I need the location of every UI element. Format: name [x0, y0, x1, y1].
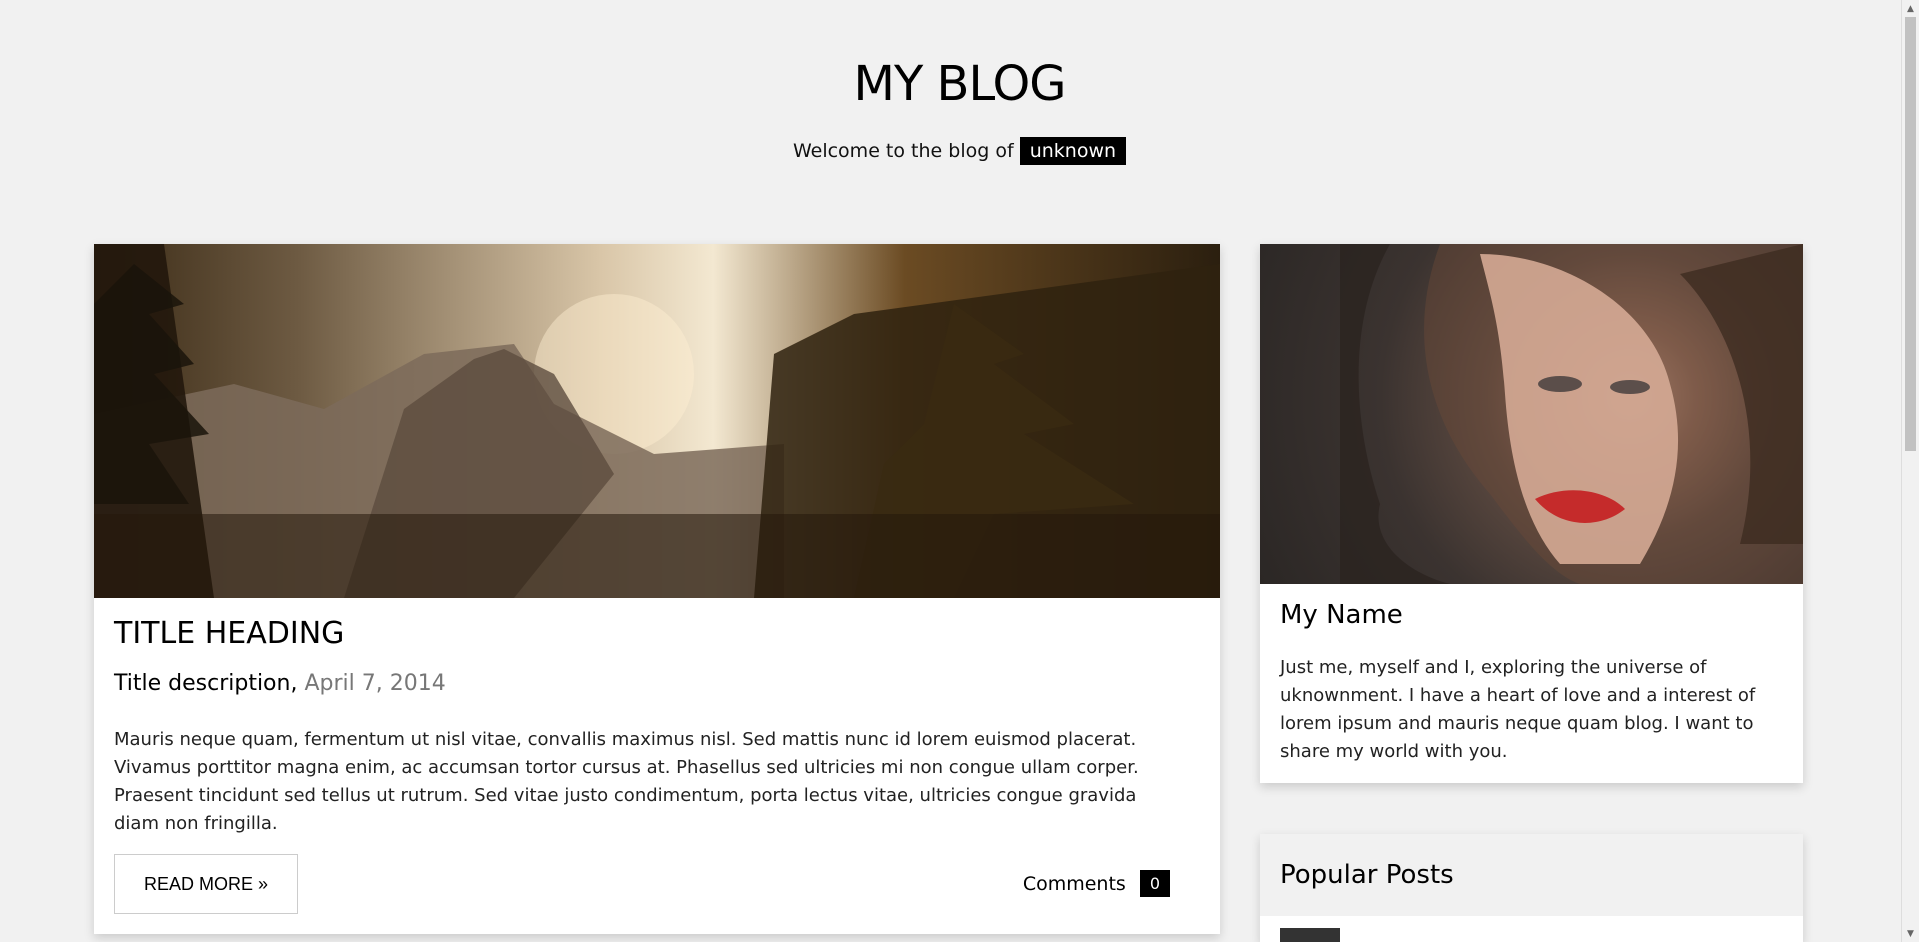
comments-label: Comments — [1022, 872, 1126, 895]
comments-link[interactable]: Comments 0 — [1023, 870, 1170, 897]
comments-count-badge: 0 — [1139, 870, 1170, 897]
post-hero-image — [94, 244, 1220, 598]
blog-post-card: TITLE HEADING Title description, April 7… — [94, 244, 1220, 934]
scroll-up-arrow-icon[interactable]: ▲ — [1902, 0, 1919, 17]
scroll-down-arrow-icon[interactable]: ▼ — [1902, 925, 1919, 942]
post-body: TITLE HEADING Title description, April 7… — [94, 598, 1220, 838]
post-title: TITLE HEADING — [114, 616, 345, 651]
read-more-button[interactable]: READ MORE » — [114, 854, 298, 914]
popular-posts-header: Popular Posts — [1260, 834, 1803, 916]
popular-posts-title: Popular Posts — [1280, 860, 1454, 890]
post-subtitle-line: Title description, April 7, 2014 — [114, 671, 1200, 696]
blog-header: MY BLOG Welcome to the blog of unknown — [0, 0, 1919, 165]
profile-body: My Name Just me, myself and I, exploring… — [1260, 584, 1803, 800]
profile-bio: Just me, myself and I, exploring the uni… — [1280, 657, 1756, 762]
profile-card: My Name Just me, myself and I, exploring… — [1260, 244, 1803, 783]
landscape-image — [94, 244, 1220, 598]
popular-post-thumbnail[interactable] — [1280, 928, 1340, 942]
user-tag: unknown — [1019, 137, 1127, 165]
portrait-image — [1340, 244, 1803, 584]
scrollbar-thumb[interactable] — [1905, 17, 1916, 451]
post-date: April 7, 2014 — [304, 671, 446, 696]
post-excerpt: Mauris neque quam, fermentum ut nisl vit… — [114, 729, 1139, 834]
blog-title: MY BLOG — [853, 56, 1067, 112]
welcome-text: Welcome to the blog of — [792, 140, 1014, 162]
welcome-line: Welcome to the blog of unknown — [0, 137, 1919, 165]
vertical-scrollbar[interactable]: ▲ ▼ — [1901, 0, 1919, 942]
profile-name: My Name — [1280, 600, 1403, 630]
popular-posts-card: Popular Posts — [1260, 834, 1803, 942]
profile-photo — [1260, 244, 1803, 584]
post-subtitle: Title description, — [114, 671, 298, 696]
